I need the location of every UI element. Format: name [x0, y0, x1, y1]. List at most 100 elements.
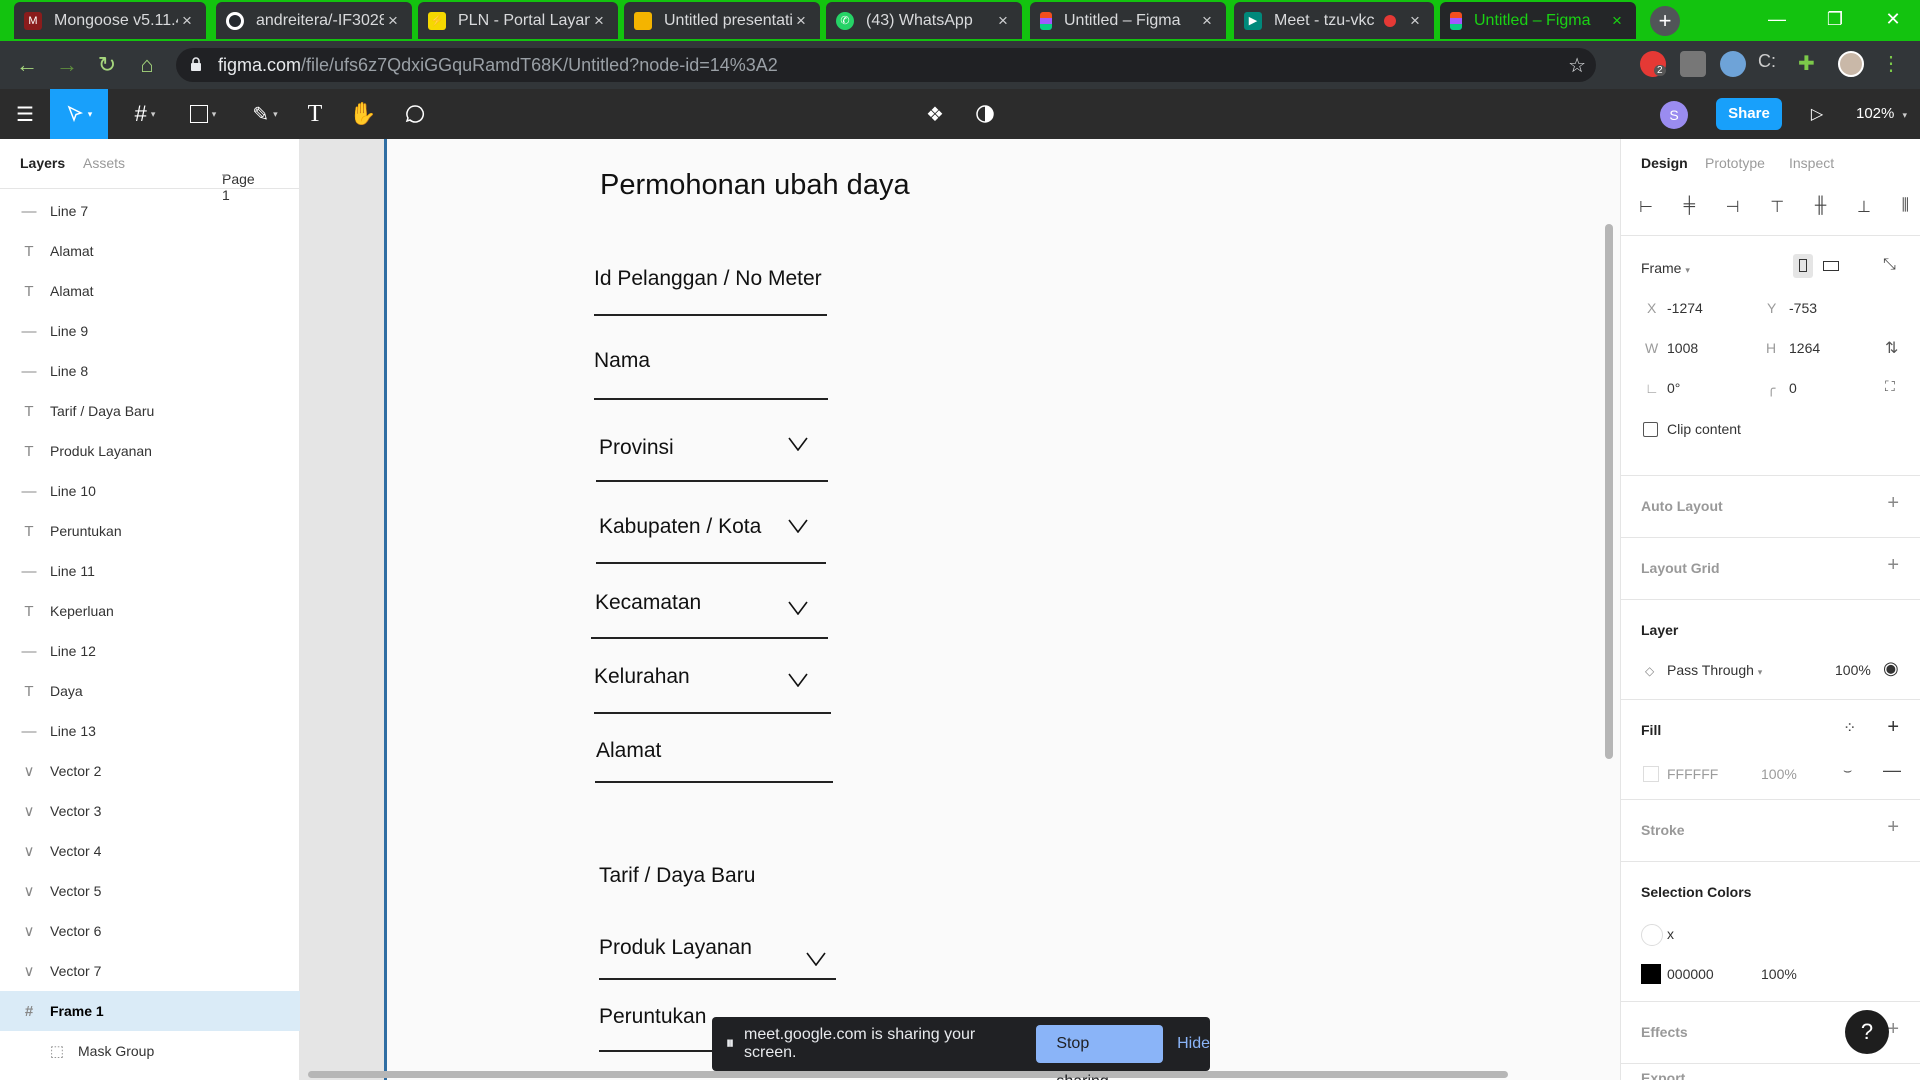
- minimize-button[interactable]: —: [1748, 0, 1806, 38]
- fill-hex[interactable]: FFFFFF: [1667, 766, 1718, 782]
- tab-inspect[interactable]: Inspect: [1789, 155, 1834, 171]
- align-center-h-icon[interactable]: ╪: [1684, 197, 1695, 221]
- hide-button[interactable]: Hide: [1177, 1035, 1210, 1053]
- layer-row[interactable]: — Line 7: [0, 191, 300, 231]
- tab-assets[interactable]: Assets: [83, 155, 125, 171]
- browser-tab[interactable]: andreitera/-IF3028 ×: [216, 2, 412, 39]
- fill-opacity[interactable]: 100%: [1761, 766, 1797, 782]
- selection-color-hex[interactable]: 000000: [1667, 966, 1714, 982]
- radius-input[interactable]: 0: [1789, 380, 1797, 396]
- tab-layers[interactable]: Layers: [20, 155, 65, 171]
- cc-icon[interactable]: C:: [1758, 51, 1784, 77]
- layer-row[interactable]: — Line 8: [0, 351, 300, 391]
- url-field[interactable]: figma.com/file/ufs6z7QdxiGGquRamdT68K/Un…: [176, 48, 1596, 82]
- main-menu-icon[interactable]: ☰: [10, 89, 40, 139]
- independent-corners-icon[interactable]: ⛶: [1885, 378, 1895, 395]
- back-icon[interactable]: ←: [12, 50, 42, 80]
- color-swatch[interactable]: [1641, 924, 1663, 946]
- extension-icon[interactable]: 2: [1640, 51, 1666, 77]
- add-stroke-icon[interactable]: +: [1887, 816, 1899, 839]
- components-icon[interactable]: ❖: [920, 89, 950, 139]
- close-icon[interactable]: ×: [590, 11, 608, 31]
- close-icon[interactable]: ×: [792, 11, 810, 31]
- align-middle-v-icon[interactable]: ╫: [1815, 197, 1826, 221]
- clip-content-checkbox[interactable]: [1643, 422, 1658, 437]
- restore-button[interactable]: ❐: [1806, 0, 1864, 38]
- distribute-icon[interactable]: ⫼: [1902, 197, 1909, 221]
- style-grid-icon[interactable]: ⁘: [1843, 718, 1856, 738]
- shape-tool-button[interactable]: ▾: [182, 89, 224, 139]
- w-input[interactable]: 1008: [1667, 340, 1698, 356]
- frame-type-dropdown[interactable]: Frame ▾: [1641, 260, 1690, 276]
- layer-row[interactable]: T Alamat: [0, 271, 300, 311]
- remove-fill-icon[interactable]: —: [1883, 760, 1901, 781]
- close-icon[interactable]: ×: [1608, 11, 1626, 31]
- tab-prototype[interactable]: Prototype: [1705, 155, 1765, 171]
- constrain-proportions-icon[interactable]: ⇅: [1885, 338, 1898, 358]
- horizontal-scrollbar[interactable]: [308, 1071, 1508, 1078]
- frame-tool-button[interactable]: # ▾: [124, 89, 166, 139]
- move-tool-button[interactable]: ▾: [50, 89, 108, 139]
- hidden-eye-icon[interactable]: ⌣: [1843, 762, 1852, 779]
- puzzle-icon[interactable]: ✚: [1798, 51, 1824, 77]
- layer-row[interactable]: — Line 12: [0, 631, 300, 671]
- close-icon[interactable]: ×: [384, 11, 402, 31]
- eye-icon[interactable]: ◉: [1883, 658, 1899, 679]
- frame-1[interactable]: Permohonan ubah daya Id Pelanggan / No M…: [384, 139, 1620, 1080]
- present-icon[interactable]: ▷: [1802, 89, 1832, 139]
- close-icon[interactable]: ×: [178, 11, 196, 31]
- share-button[interactable]: Share: [1716, 98, 1782, 130]
- y-input[interactable]: -753: [1789, 300, 1817, 316]
- home-icon[interactable]: ⌂: [132, 50, 162, 80]
- contrast-icon[interactable]: [970, 89, 1000, 139]
- layer-row[interactable]: T Peruntukan: [0, 511, 300, 551]
- browser-tab-active[interactable]: Untitled – Figma ×: [1440, 2, 1636, 39]
- zoom-dropdown[interactable]: 102% ▾: [1856, 105, 1907, 122]
- layer-row[interactable]: — Line 11: [0, 551, 300, 591]
- resize-to-fit-icon[interactable]: ⤡: [1883, 256, 1896, 274]
- blend-mode-dropdown[interactable]: Pass Through ▾: [1667, 662, 1762, 678]
- add-auto-layout-icon[interactable]: +: [1887, 492, 1899, 515]
- layer-row[interactable]: T Alamat: [0, 231, 300, 271]
- close-icon[interactable]: ×: [1406, 11, 1424, 31]
- canvas[interactable]: Permohonan ubah daya Id Pelanggan / No M…: [300, 139, 1620, 1080]
- forward-icon[interactable]: →: [52, 50, 82, 80]
- layer-row[interactable]: ∨ Vector 2: [0, 751, 300, 791]
- layer-row[interactable]: ∨ Vector 6: [0, 911, 300, 951]
- layer-row[interactable]: T Tarif / Daya Baru: [0, 391, 300, 431]
- vertical-scrollbar[interactable]: [1605, 224, 1613, 759]
- layer-row[interactable]: ⬚ Mask Group: [0, 1031, 300, 1071]
- layer-row[interactable]: ∨ Vector 3: [0, 791, 300, 831]
- browser-tab[interactable]: M Mongoose v5.11.4 ×: [14, 2, 206, 39]
- profile-avatar[interactable]: [1838, 51, 1864, 77]
- layer-opacity[interactable]: 100%: [1835, 662, 1871, 678]
- add-layout-grid-icon[interactable]: +: [1887, 554, 1899, 577]
- text-tool-button[interactable]: T: [300, 89, 330, 139]
- layer-row[interactable]: T Daya: [0, 671, 300, 711]
- stop-sharing-button[interactable]: Stop sharing: [1036, 1025, 1164, 1080]
- landscape-icon[interactable]: [1823, 261, 1839, 271]
- comment-tool-button[interactable]: [400, 89, 430, 139]
- browser-tab[interactable]: Untitled presentati ×: [624, 2, 820, 39]
- layer-row[interactable]: ∨ Vector 4: [0, 831, 300, 871]
- layer-row[interactable]: — Line 9: [0, 311, 300, 351]
- fill-swatch[interactable]: [1643, 766, 1659, 782]
- selection-color-hex[interactable]: x: [1667, 926, 1674, 942]
- close-window-button[interactable]: ✕: [1864, 0, 1920, 38]
- layer-row[interactable]: — Line 10: [0, 471, 300, 511]
- star-icon[interactable]: ☆: [1568, 53, 1586, 78]
- menu-dots-icon[interactable]: ⋮: [1878, 51, 1904, 77]
- layer-row[interactable]: T Keperluan: [0, 591, 300, 631]
- rotation-input[interactable]: 0°: [1667, 380, 1680, 396]
- layer-row[interactable]: ∨ Vector 7: [0, 951, 300, 991]
- close-icon[interactable]: ×: [1198, 11, 1216, 31]
- h-input[interactable]: 1264: [1789, 340, 1820, 356]
- new-tab-button[interactable]: +: [1650, 6, 1680, 36]
- align-bottom-icon[interactable]: ⊥: [1857, 197, 1871, 221]
- help-button[interactable]: ?: [1845, 1010, 1889, 1054]
- align-top-icon[interactable]: ⊤: [1770, 197, 1784, 221]
- color-swatch[interactable]: [1641, 964, 1661, 984]
- reload-icon[interactable]: ↻: [92, 50, 122, 80]
- selection-color-opacity[interactable]: 100%: [1761, 966, 1797, 982]
- layer-row[interactable]: T Produk Layanan: [0, 431, 300, 471]
